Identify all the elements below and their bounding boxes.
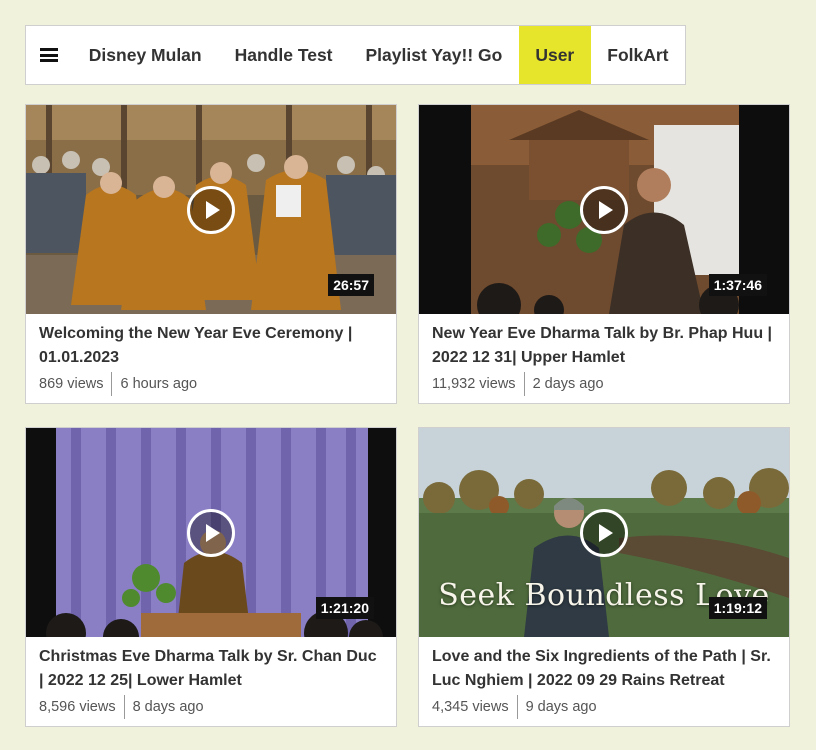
- tab-playlist-yay-go[interactable]: Playlist Yay!! Go: [349, 26, 519, 84]
- video-duration: 1:19:12: [708, 597, 767, 619]
- video-card: 26:57 Welcoming the New Year Eve Ceremon…: [25, 104, 397, 404]
- play-icon[interactable]: [580, 509, 628, 557]
- upload-age: 2 days ago: [532, 376, 604, 392]
- video-card: 1:21:20 Christmas Eve Dharma Talk by Sr.…: [25, 427, 397, 727]
- menu-button[interactable]: [26, 26, 72, 84]
- video-title[interactable]: Christmas Eve Dharma Talk by Sr. Chan Du…: [39, 645, 383, 693]
- view-count: 11,932 views: [432, 372, 525, 396]
- playlist-nav-bar: Disney Mulan Handle Test Playlist Yay!! …: [25, 25, 686, 85]
- video-duration: 1:37:46: [708, 274, 767, 296]
- view-count: 869 views: [39, 372, 113, 396]
- video-duration: 1:21:20: [315, 597, 374, 619]
- play-icon[interactable]: [580, 186, 628, 234]
- video-card: Seek Boundless Love 1:19:12 Love and the…: [418, 427, 790, 727]
- upload-age: 8 days ago: [132, 699, 204, 715]
- video-thumbnail[interactable]: 26:57: [26, 105, 396, 314]
- upload-age: 9 days ago: [525, 699, 597, 715]
- view-count: 8,596 views: [39, 695, 125, 719]
- hamburger-icon: [40, 48, 59, 62]
- play-icon[interactable]: [187, 186, 235, 234]
- video-card: 1:37:46 New Year Eve Dharma Talk by Br. …: [418, 104, 790, 404]
- video-title[interactable]: Welcoming the New Year Eve Ceremony | 01…: [39, 322, 383, 370]
- video-title[interactable]: Love and the Six Ingredients of the Path…: [432, 645, 776, 693]
- upload-age: 6 hours ago: [120, 376, 198, 392]
- tab-folkart[interactable]: FolkArt: [591, 26, 685, 84]
- video-thumbnail[interactable]: Seek Boundless Love 1:19:12: [419, 428, 789, 637]
- video-thumbnail[interactable]: 1:21:20: [26, 428, 396, 637]
- video-duration: 26:57: [328, 274, 374, 296]
- play-icon[interactable]: [187, 509, 235, 557]
- video-title[interactable]: New Year Eve Dharma Talk by Br. Phap Huu…: [432, 322, 776, 370]
- video-thumbnail[interactable]: 1:37:46: [419, 105, 789, 314]
- tab-user[interactable]: User: [518, 26, 591, 84]
- tab-disney-mulan[interactable]: Disney Mulan: [72, 26, 218, 84]
- view-count: 4,345 views: [432, 695, 518, 719]
- tab-handle-test[interactable]: Handle Test: [218, 26, 349, 84]
